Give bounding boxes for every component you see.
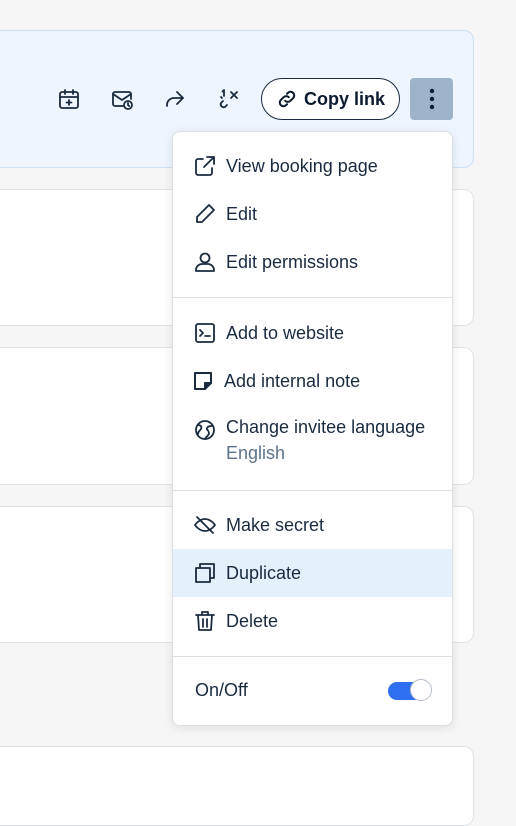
code-window-icon — [193, 321, 217, 345]
eye-off-icon — [193, 513, 217, 537]
calendar-add-icon[interactable] — [54, 84, 84, 114]
menu-item-label: Delete — [226, 610, 279, 631]
share-icon[interactable] — [160, 84, 190, 114]
on-off-label: On/Off — [195, 680, 248, 700]
copy-link-button[interactable]: Copy link — [261, 78, 400, 120]
menu-item-view-booking-page[interactable]: View booking page — [173, 142, 452, 190]
on-off-toggle[interactable] — [388, 679, 432, 701]
menu-divider — [173, 490, 452, 491]
trash-icon — [193, 609, 217, 633]
menu-item-add-to-website[interactable]: Add to website — [173, 309, 452, 357]
menu-item-edit-permissions[interactable]: Edit permissions — [173, 238, 452, 286]
menu-item-label: Edit permissions — [226, 251, 359, 272]
menu-item-label: Add to website — [226, 322, 345, 343]
vertical-dots-icon — [429, 88, 434, 110]
menu-divider — [173, 297, 452, 298]
menu-item-add-internal-note[interactable]: Add internal note — [173, 357, 452, 405]
link-icon — [278, 90, 296, 108]
pencil-icon — [193, 202, 217, 226]
menu-item-delete[interactable]: Delete — [173, 597, 452, 645]
menu-item-edit[interactable]: Edit — [173, 190, 452, 238]
menu-item-label: Add internal note — [224, 370, 361, 391]
external-link-icon — [193, 154, 217, 178]
toggle-knob — [410, 679, 432, 701]
copy-link-label: Copy link — [303, 88, 385, 109]
menu-item-label: Duplicate — [226, 562, 302, 583]
menu-item-make-secret[interactable]: Make secret — [173, 501, 452, 549]
sticky-note-icon — [191, 369, 215, 393]
more-options-button[interactable] — [410, 78, 453, 120]
copy-icon — [193, 561, 217, 585]
menu-item-label: View booking page — [226, 155, 378, 176]
card-toolbar: Copy link — [0, 78, 516, 120]
mail-clock-icon[interactable] — [107, 84, 137, 114]
menu-item-label: Change invitee language — [226, 417, 426, 437]
menu-item-label: Make secret — [226, 514, 325, 535]
globe-icon — [193, 418, 217, 442]
menu-item-label: Edit — [226, 203, 258, 224]
menu-item-duplicate[interactable]: Duplicate — [173, 549, 452, 597]
options-dropdown-menu: View booking page Edit Edit permissions … — [172, 131, 453, 726]
menu-item-sublabel: English — [226, 443, 286, 463]
on-off-row: On/Off — [173, 656, 452, 725]
person-icon — [193, 250, 217, 274]
menu-item-change-invitee-language[interactable]: Change invitee language English — [173, 405, 452, 471]
event-type-card[interactable] — [0, 746, 474, 826]
one-time-link-icon[interactable] — [214, 84, 244, 114]
